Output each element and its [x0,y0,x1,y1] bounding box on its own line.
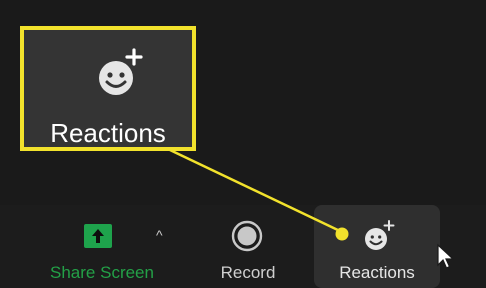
record-button[interactable]: Record [204,205,292,288]
emoji-add-icon [365,220,395,250]
reactions-zoom-callout: Reactions [20,26,196,151]
meeting-window: Reactions ^ Share Screen Record Reaction… [0,0,486,288]
share-screen-label: Share Screen [50,263,154,282]
meeting-toolbar: ^ Share Screen Record Reactions [0,205,486,288]
share-options-caret[interactable]: ^ [156,227,163,243]
record-icon [231,220,263,252]
record-label: Record [220,263,276,282]
reactions-button[interactable]: Reactions [314,205,440,288]
share-arrow-up-icon [84,224,112,248]
share-screen-button[interactable]: ^ Share Screen [36,205,168,288]
reactions-label: Reactions [339,263,415,282]
mouse-cursor-icon [437,243,455,269]
callout-label: Reactions [50,118,166,148]
emoji-add-icon [99,48,143,95]
